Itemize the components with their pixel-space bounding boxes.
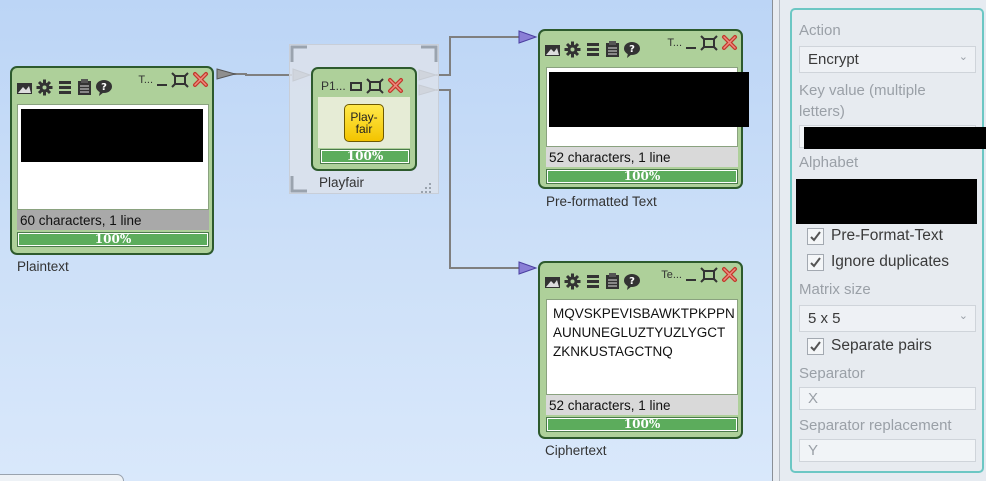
plaintext-caption: Plaintext — [17, 259, 69, 274]
separator-replacement-input[interactable]: Y — [799, 439, 976, 462]
maximize-icon[interactable] — [700, 34, 718, 51]
ciphertext-toolbar: ? Te... — [540, 263, 741, 295]
redacted-block — [549, 72, 749, 127]
ignore-duplicates-checkbox[interactable]: Ignore duplicates — [807, 253, 949, 271]
clipboard-icon[interactable] — [603, 41, 622, 58]
ciphertext-line: MQVSKPEVISBAWKTPKPPN — [553, 306, 735, 321]
ciphertext-title: Te... — [661, 268, 682, 281]
playfair-progress: 100% — [320, 149, 410, 164]
redacted-block — [21, 109, 203, 162]
preformatted-toolbar: ? T... — [540, 31, 741, 63]
image-icon[interactable] — [15, 79, 34, 96]
plaintext-progress-label: 100% — [94, 232, 132, 246]
maximize-icon[interactable] — [171, 71, 189, 88]
plaintext-progress: 100% — [17, 232, 209, 247]
preformatted-component[interactable]: ? T... 52 characters, 1 line 100% — [538, 29, 749, 189]
gear-icon[interactable] — [563, 41, 582, 58]
preformatted-info: 52 characters, 1 line — [549, 150, 671, 165]
zoom-control[interactable] — [0, 474, 124, 481]
close-icon[interactable] — [720, 266, 739, 283]
image-icon[interactable] — [543, 41, 562, 58]
check-icon — [807, 337, 824, 355]
action-label: Action — [799, 22, 841, 39]
clipboard-icon[interactable] — [603, 273, 622, 290]
svg-text:?: ? — [629, 44, 635, 55]
alphabet-label: Alphabet — [799, 154, 859, 171]
separator-label: Separator — [799, 365, 865, 382]
close-icon[interactable] — [386, 77, 405, 94]
separator-input[interactable]: X — [799, 387, 976, 410]
close-icon[interactable] — [191, 71, 210, 88]
clipboard-icon[interactable] — [75, 79, 94, 96]
separator-value: X — [808, 390, 819, 407]
plaintext-toolbar: ? T... — [12, 68, 212, 100]
preformat-checkbox[interactable]: Pre-Format-Text — [807, 227, 943, 245]
preformatted-caption: Pre-formatted Text — [546, 194, 657, 209]
gear-icon[interactable] — [35, 79, 54, 96]
key-label: Key value (multiple letters) — [799, 82, 926, 120]
minimize-icon[interactable] — [684, 266, 698, 283]
help-bubble-icon[interactable]: ? — [95, 79, 114, 96]
plaintext-textarea[interactable] — [17, 104, 209, 210]
svg-text:?: ? — [101, 82, 107, 93]
playfair-icon-label: Play-fair — [350, 110, 378, 136]
preformatted-progress-label: 100% — [623, 169, 661, 183]
preformat-label: Pre-Format-Text — [831, 227, 943, 244]
playfair-caption: Playfair — [319, 175, 365, 190]
check-icon — [807, 253, 824, 271]
separate-pairs-label: Separate pairs — [831, 337, 932, 354]
list-icon[interactable] — [583, 273, 602, 290]
preformatted-title: T... — [667, 36, 682, 49]
svg-text:?: ? — [629, 276, 635, 287]
preformatted-textarea[interactable] — [546, 67, 749, 147]
playfair-title: P1... — [321, 78, 346, 93]
ciphertext-component[interactable]: ? Te... MQVSKPEVISBAWKTPKPPN AUNUNEGLUZT… — [538, 261, 743, 439]
help-bubble-icon[interactable]: ? — [623, 41, 642, 58]
separator-replacement-value: Y — [808, 442, 819, 459]
gear-icon[interactable] — [563, 273, 582, 290]
key-input[interactable] — [799, 125, 986, 149]
check-icon — [807, 227, 824, 245]
list-icon[interactable] — [583, 41, 602, 58]
separator-replacement-label: Separator replacement — [799, 417, 952, 434]
playfair-progress-label: 100% — [346, 149, 384, 163]
ciphertext-textarea[interactable]: MQVSKPEVISBAWKTPKPPN AUNUNEGLUZTYUZLYGCT… — [546, 299, 738, 395]
matrix-size-label: Matrix size — [799, 281, 871, 298]
list-icon[interactable] — [55, 79, 74, 96]
ciphertext-progress: 100% — [546, 417, 738, 432]
workspace-canvas[interactable]: ? T... 60 characters, 1 line 100% Plaint… — [0, 0, 772, 481]
playfair-icon[interactable]: Play-fair — [344, 104, 384, 142]
ciphertext-caption: Ciphertext — [545, 443, 607, 458]
minimize-icon[interactable] — [684, 34, 698, 51]
matrix-size-value: 5 x 5 — [808, 310, 841, 327]
alphabet-input-redacted[interactable] — [796, 179, 977, 224]
preformatted-progress: 100% — [546, 169, 738, 184]
minimize-icon[interactable] — [155, 71, 169, 88]
minimize-icon[interactable] — [348, 77, 364, 94]
help-bubble-icon[interactable]: ? — [623, 273, 642, 290]
maximize-icon[interactable] — [365, 77, 384, 94]
plaintext-component[interactable]: ? T... 60 characters, 1 line 100% — [10, 66, 214, 255]
plaintext-info: 60 characters, 1 line — [20, 213, 142, 228]
separate-pairs-checkbox[interactable]: Separate pairs — [807, 337, 932, 355]
ciphertext-line: ZKNKUSTAGCTNQ — [553, 344, 673, 359]
plaintext-title: T... — [138, 73, 153, 86]
ignore-duplicates-label: Ignore duplicates — [831, 253, 950, 270]
close-icon[interactable] — [720, 34, 739, 51]
playfair-component[interactable]: P1... Play-fair 100% — [311, 67, 417, 171]
action-value: Encrypt — [808, 51, 859, 68]
chevron-down-icon: ⌄ — [958, 310, 968, 322]
ciphertext-info: 52 characters, 1 line — [549, 398, 671, 413]
ciphertext-progress-label: 100% — [623, 417, 661, 431]
settings-pane: Action Encrypt ⌄ Key value (multiple let… — [780, 0, 986, 481]
pane-splitter[interactable] — [772, 0, 780, 481]
matrix-size-dropdown[interactable]: 5 x 5 ⌄ — [799, 305, 976, 332]
action-dropdown[interactable]: Encrypt ⌄ — [799, 46, 976, 73]
image-icon[interactable] — [543, 273, 562, 290]
chevron-down-icon: ⌄ — [958, 51, 968, 63]
maximize-icon[interactable] — [700, 266, 718, 283]
redacted-block — [804, 127, 986, 149]
ciphertext-line: AUNUNEGLUZTYUZLYGCT — [553, 325, 726, 340]
